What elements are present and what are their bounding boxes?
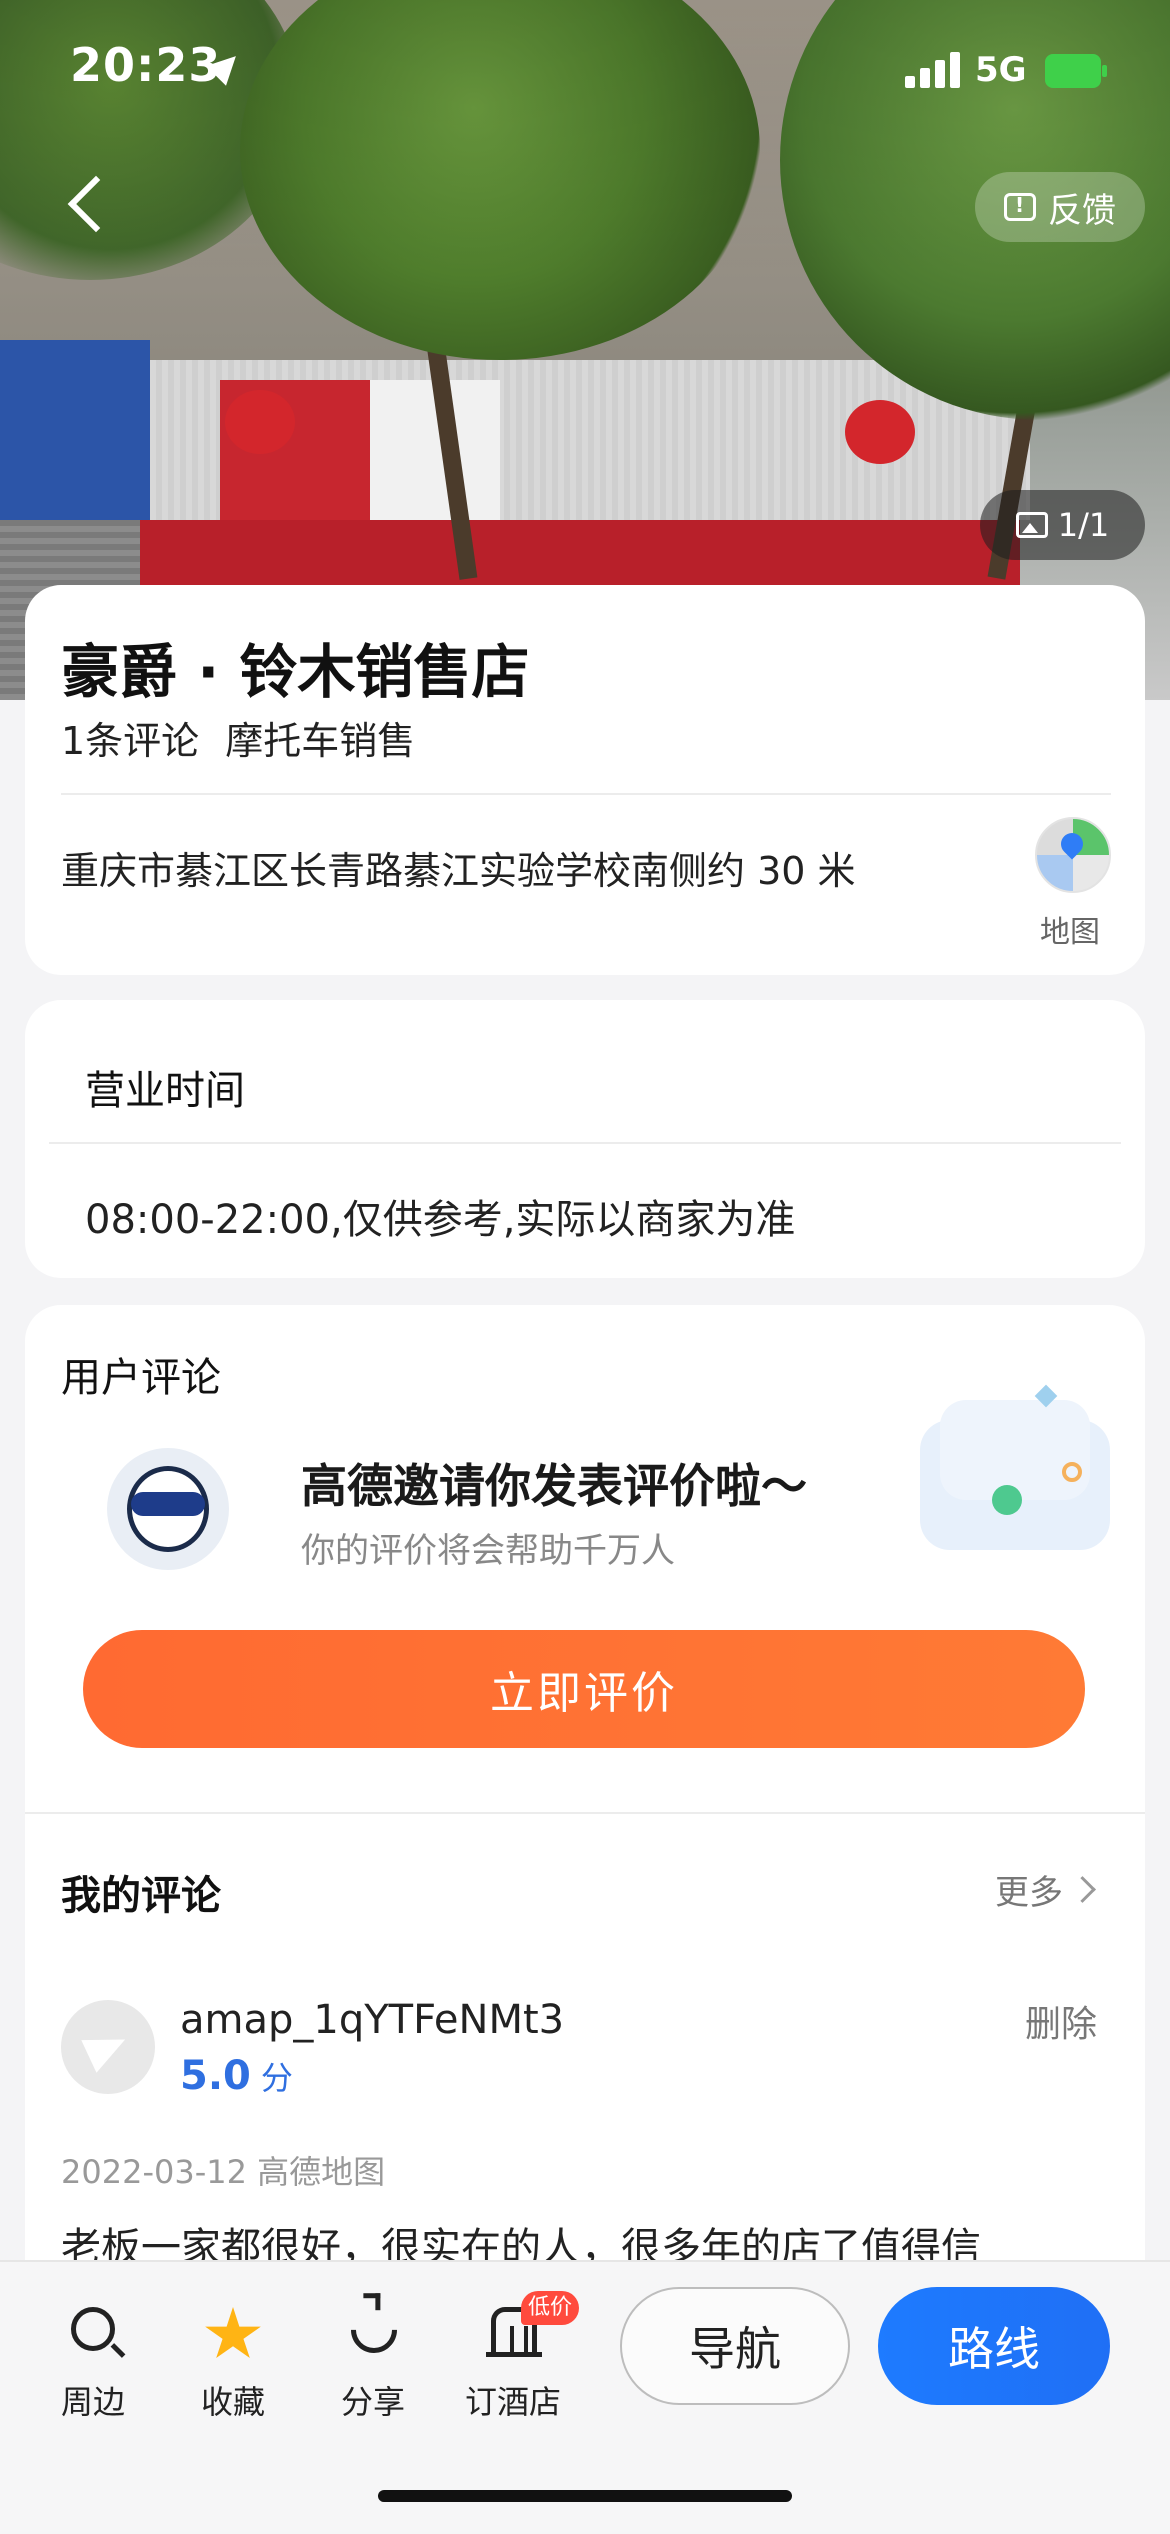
nearby-button[interactable]: 周边	[33, 2297, 153, 2421]
review-count-link[interactable]: 1条评论	[61, 710, 199, 765]
map-label: 地图	[1040, 915, 1100, 950]
feedback-label: 反馈	[1048, 190, 1116, 231]
more-label: 更多	[995, 1873, 1063, 1913]
more-reviews-link[interactable]: 更多	[995, 1865, 1096, 1914]
favorite-button[interactable]: 收藏	[173, 2297, 293, 2421]
review-date-source: 2022-03-12 高德地图	[61, 2153, 386, 2191]
status-time: 20:23	[70, 38, 222, 92]
score-unit: 分	[260, 2059, 293, 2097]
poi-info-card: 豪爵 · 铃木销售店 1条评论 摩托车销售 重庆市綦江区长青路綦江实验学校南侧约…	[25, 585, 1145, 975]
feedback-button[interactable]: 反馈	[975, 172, 1145, 242]
navigate-button[interactable]: 导航	[620, 2287, 850, 2405]
review-username[interactable]: amap_1qYTFeNMt3	[180, 1997, 564, 2043]
route-button[interactable]: 路线	[878, 2287, 1110, 2405]
share-icon	[341, 2297, 407, 2363]
status-bar: 20:23 5G	[0, 0, 1170, 140]
chat-bubble-illustration	[920, 1360, 1120, 1580]
feedback-icon	[1004, 193, 1036, 221]
business-hours-card: 营业时间 08:00-22:00,仅供参考,实际以商家为准	[25, 1000, 1145, 1278]
divider	[25, 1812, 1145, 1814]
image-icon	[1015, 512, 1048, 538]
hotel-label: 订酒店	[464, 2383, 561, 2421]
chevron-right-icon	[1069, 1876, 1096, 1903]
mascot-avatar	[107, 1448, 229, 1570]
star-icon	[205, 2307, 261, 2358]
book-hotel-button[interactable]: 低价 订酒店	[453, 2291, 579, 2421]
review-score: 5.0 分	[180, 2053, 293, 2099]
favorite-label: 收藏	[200, 2383, 265, 2421]
score-value: 5.0	[180, 2053, 251, 2099]
photo-count-label: 1/1	[1057, 506, 1110, 544]
invite-title: 高德邀请你发表评价啦～	[301, 1459, 807, 1513]
share-button[interactable]: 分享	[313, 2297, 433, 2421]
reviews-card: 用户评论 高德邀请你发表评价啦～ 你的评价将会帮助千万人 立即评价 我的评论 更…	[25, 1305, 1145, 2305]
hours-text: 08:00-22:00,仅供参考,实际以商家为准	[85, 1197, 796, 1243]
photo-counter-button[interactable]: 1/1	[980, 490, 1145, 560]
divider	[49, 1142, 1121, 1144]
map-button[interactable]: 地图	[1025, 817, 1115, 950]
search-icon	[71, 2307, 115, 2351]
poi-address[interactable]: 重庆市綦江区长青路綦江实验学校南侧约 30 米	[61, 840, 856, 895]
write-review-button[interactable]: 立即评价	[83, 1630, 1085, 1748]
delete-review-button[interactable]: 删除	[1025, 1995, 1097, 2047]
user-avatar[interactable]	[61, 2000, 155, 2094]
invite-subtitle: 你的评价将会帮助千万人	[301, 1531, 675, 1571]
map-pin-icon	[1035, 817, 1111, 893]
nearby-label: 周边	[60, 2383, 125, 2421]
home-indicator[interactable]	[378, 2490, 792, 2502]
signal-icon	[905, 52, 969, 88]
poi-meta: 1条评论 摩托车销售	[61, 710, 415, 765]
share-label: 分享	[340, 2383, 405, 2421]
network-type: 5G	[975, 50, 1027, 90]
hours-title: 营业时间	[85, 1068, 245, 1114]
back-button[interactable]	[60, 170, 120, 240]
poi-name: 豪爵 · 铃木销售店	[61, 638, 530, 706]
my-reviews-title: 我的评论	[61, 1873, 221, 1919]
battery-charging-icon	[1045, 54, 1107, 88]
divider	[61, 793, 1111, 795]
poi-category: 摩托车销售	[225, 719, 416, 763]
low-price-badge: 低价	[521, 2291, 579, 2325]
reviews-section-title: 用户评论	[61, 1355, 221, 1401]
